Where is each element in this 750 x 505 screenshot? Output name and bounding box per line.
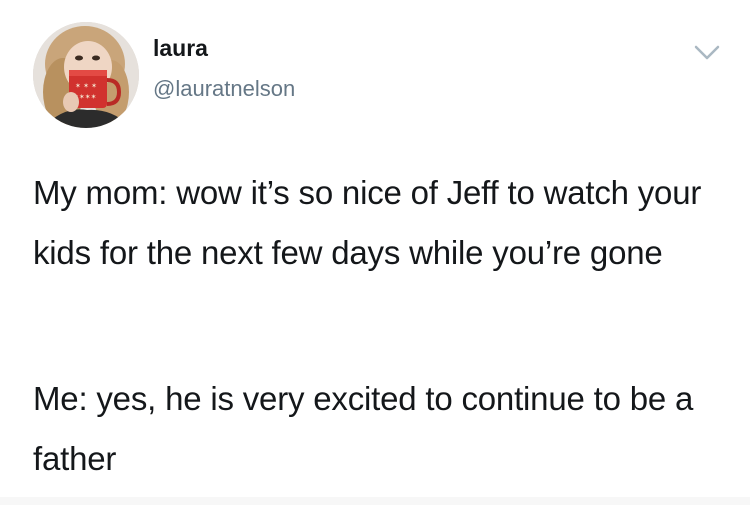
divider [0, 497, 750, 505]
user-handle[interactable]: @lauratnelson [153, 78, 295, 100]
chevron-down-icon[interactable] [693, 41, 721, 63]
tweet-text-paragraph: My mom: wow it’s so nice of Jeff to watc… [33, 174, 702, 271]
avatar[interactable]: ✶ ✶ ✶ ✶✶✶✶ [33, 22, 139, 128]
tweet-card: ✶ ✶ ✶ ✶✶✶✶ laura @lauratnelson My mom: w… [0, 0, 750, 505]
display-name[interactable]: laura [153, 37, 208, 60]
svg-text:✶ ✶ ✶: ✶ ✶ ✶ [75, 82, 97, 90]
tweet-text-paragraph: Me: yes, he is very excited to continue … [33, 380, 694, 477]
avatar-photo-icon: ✶ ✶ ✶ ✶✶✶✶ [33, 22, 139, 128]
